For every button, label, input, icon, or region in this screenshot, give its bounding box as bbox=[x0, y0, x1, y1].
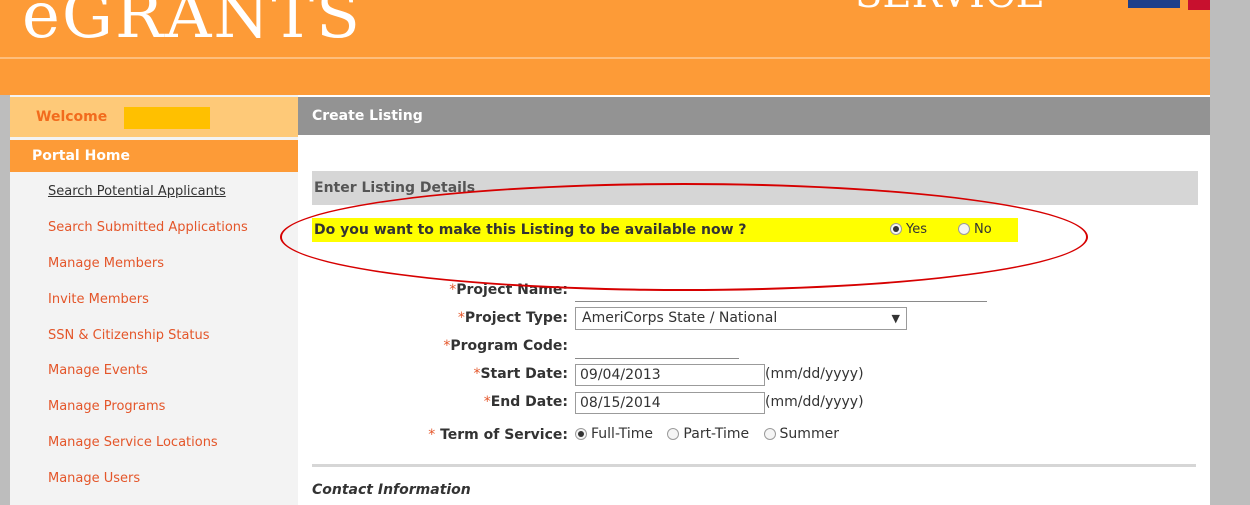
sidebar-item-manage-events[interactable]: Manage Events bbox=[10, 353, 298, 389]
welcome-bar: Welcome bbox=[10, 97, 298, 137]
main-content: Create Listing Enter Listing Details Do … bbox=[298, 95, 1210, 505]
project-name-input[interactable] bbox=[575, 279, 987, 302]
sidebar-item-manage-users[interactable]: Manage Users bbox=[10, 461, 298, 497]
project-name-label: *Project Name: bbox=[449, 282, 568, 298]
user-name-redacted bbox=[124, 107, 210, 129]
section-title-bar: Create Listing bbox=[298, 97, 1210, 135]
term-option-full-time[interactable]: Full-Time bbox=[575, 426, 653, 442]
sidebar: Welcome Portal Home Search Potential App… bbox=[10, 95, 298, 505]
start-date-format-hint: (mm/dd/yyyy) bbox=[765, 366, 864, 382]
radio-unchecked-icon[interactable] bbox=[958, 223, 970, 235]
sidebar-item-search-potential-applicants[interactable]: Search Potential Applicants bbox=[10, 174, 298, 210]
brand-text: SERVICE bbox=[855, 0, 1045, 14]
availability-no-option[interactable]: No bbox=[958, 218, 992, 242]
project-type-select[interactable]: AmeriCorps State / National ▼ bbox=[575, 307, 907, 330]
term-option-part-time[interactable]: Part-Time bbox=[667, 426, 749, 442]
term-of-service-options: Full-Time Part-Time Summer bbox=[575, 426, 849, 442]
section-divider bbox=[312, 464, 1196, 467]
end-date-format-hint: (mm/dd/yyyy) bbox=[765, 394, 864, 410]
availability-no-label: No bbox=[974, 222, 992, 237]
sidebar-item-manage-service-locations[interactable]: Manage Service Locations bbox=[10, 425, 298, 461]
availability-yes-option[interactable]: Yes bbox=[890, 218, 927, 242]
header-divider bbox=[0, 57, 1210, 59]
end-date-input[interactable]: 08/15/2014 bbox=[575, 392, 765, 414]
availability-yes-label: Yes bbox=[906, 222, 927, 237]
program-code-input[interactable] bbox=[575, 336, 739, 359]
sidebar-item-manage-members[interactable]: Manage Members bbox=[10, 246, 298, 282]
start-date-label: *Start Date: bbox=[473, 366, 568, 382]
radio-unchecked-icon[interactable] bbox=[667, 428, 680, 440]
term-of-service-label: * Term of Service: bbox=[428, 427, 568, 443]
start-date-input[interactable]: 09/04/2013 bbox=[575, 364, 765, 386]
page-gutter-left bbox=[0, 95, 10, 505]
portal-home-link[interactable]: Portal Home bbox=[10, 140, 298, 172]
welcome-label: Welcome bbox=[36, 109, 108, 125]
flag-icon bbox=[1128, 0, 1180, 8]
availability-question: Do you want to make this Listing to be a… bbox=[314, 222, 747, 238]
availability-row: Do you want to make this Listing to be a… bbox=[312, 218, 1018, 242]
sidebar-nav: Search Potential Applicants Search Submi… bbox=[10, 174, 298, 497]
project-type-value: AmeriCorps State / National bbox=[582, 310, 778, 326]
radio-checked-icon[interactable] bbox=[890, 223, 902, 235]
dropdown-arrow-icon[interactable]: ▼ bbox=[892, 308, 900, 329]
project-type-label: *Project Type: bbox=[457, 310, 568, 326]
sidebar-item-search-submitted-applications[interactable]: Search Submitted Applications bbox=[10, 210, 298, 246]
radio-checked-icon[interactable] bbox=[575, 428, 587, 440]
program-code-label: *Program Code: bbox=[443, 338, 568, 354]
contact-information-header: Contact Information bbox=[312, 482, 471, 498]
sidebar-item-ssn-citizenship-status[interactable]: SSN & Citizenship Status bbox=[10, 318, 298, 354]
radio-unchecked-icon[interactable] bbox=[763, 428, 776, 440]
header-banner: eGRANTS SERVICE bbox=[0, 0, 1210, 95]
egrants-logo: eGRANTS bbox=[22, 0, 362, 53]
term-option-summer[interactable]: Summer bbox=[763, 426, 839, 442]
flag-red-icon bbox=[1188, 0, 1210, 10]
details-header: Enter Listing Details bbox=[312, 171, 1198, 205]
end-date-label: *End Date: bbox=[483, 394, 568, 410]
page-gutter-right bbox=[1210, 0, 1250, 505]
sidebar-item-invite-members[interactable]: Invite Members bbox=[10, 282, 298, 318]
sidebar-item-manage-programs[interactable]: Manage Programs bbox=[10, 389, 298, 425]
